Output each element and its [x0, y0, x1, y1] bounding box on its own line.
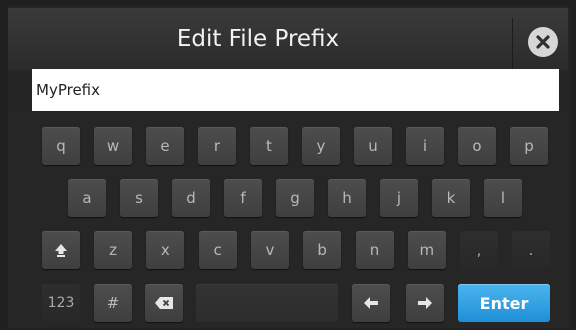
backspace-key[interactable] — [145, 284, 183, 322]
key-label: l — [500, 189, 506, 207]
key-label: v — [265, 241, 275, 259]
numbers-mode-label: 123 — [47, 295, 75, 311]
shift-key[interactable] — [42, 231, 80, 269]
enter-key-label: Enter — [479, 293, 529, 313]
key-label: j — [396, 189, 402, 207]
key-label: b — [317, 241, 327, 259]
key-label: a — [82, 189, 92, 207]
key-r[interactable]: r — [198, 127, 236, 165]
key-d[interactable]: d — [172, 179, 210, 217]
key-s[interactable]: s — [120, 179, 158, 217]
key-label: o — [472, 137, 482, 155]
numbers-mode-key[interactable]: 123 — [42, 284, 80, 322]
key-a[interactable]: a — [68, 179, 106, 217]
key-label: m — [419, 241, 435, 259]
title-bar: Edit File Prefix — [8, 8, 568, 70]
key-h[interactable]: h — [328, 179, 366, 217]
key-q[interactable]: q — [42, 127, 80, 165]
arrow-right-icon — [418, 297, 432, 309]
backspace-icon — [155, 297, 173, 309]
symbols-key[interactable]: # — [94, 284, 132, 322]
dialog-title: Edit File Prefix — [176, 26, 340, 52]
comma-key[interactable]: , — [460, 231, 498, 269]
key-v[interactable]: v — [250, 231, 289, 269]
key-label: u — [368, 137, 378, 155]
shift-icon — [55, 244, 67, 257]
key-label: e — [160, 137, 170, 155]
space-key[interactable] — [196, 284, 338, 322]
key-label: z — [109, 241, 117, 259]
symbols-key-label: # — [106, 294, 120, 312]
key-x[interactable]: x — [146, 231, 185, 269]
key-label: h — [342, 189, 352, 207]
key-label: n — [369, 241, 380, 259]
key-label: s — [135, 189, 143, 207]
key-label: t — [266, 137, 272, 155]
key-t[interactable]: t — [250, 127, 288, 165]
period-key[interactable]: . — [512, 231, 550, 269]
key-label: y — [316, 137, 326, 155]
key-b[interactable]: b — [303, 231, 342, 269]
key-label: c — [213, 241, 222, 259]
comma-key-label: , — [476, 241, 482, 259]
cursor-right-key[interactable] — [406, 284, 444, 322]
key-label: d — [186, 189, 196, 207]
key-m[interactable]: m — [407, 231, 446, 269]
close-circle-icon — [536, 35, 550, 49]
key-g[interactable]: g — [276, 179, 314, 217]
key-label: i — [422, 137, 428, 155]
key-label: p — [524, 137, 534, 155]
key-w[interactable]: w — [94, 127, 132, 165]
key-o[interactable]: o — [458, 127, 496, 165]
key-k[interactable]: k — [432, 179, 470, 217]
key-z[interactable]: z — [94, 231, 132, 269]
close-button[interactable] — [528, 27, 558, 57]
key-label: g — [290, 189, 300, 207]
enter-key[interactable]: Enter — [458, 284, 550, 322]
key-l[interactable]: l — [484, 179, 522, 217]
key-y[interactable]: y — [302, 127, 340, 165]
arrow-left-icon — [364, 297, 378, 309]
key-e[interactable]: e — [146, 127, 184, 165]
key-label: r — [213, 137, 221, 155]
file-prefix-input[interactable]: MyPrefix — [32, 69, 559, 111]
key-label: q — [56, 137, 66, 155]
key-f[interactable]: f — [224, 179, 262, 217]
key-i[interactable]: i — [406, 127, 444, 165]
key-p[interactable]: p — [510, 127, 548, 165]
key-label: f — [240, 189, 246, 207]
key-n[interactable]: n — [355, 231, 394, 269]
cursor-left-key[interactable] — [352, 284, 390, 322]
key-j[interactable]: j — [380, 179, 418, 217]
key-label: x — [160, 241, 170, 259]
key-label: w — [106, 137, 120, 155]
period-key-label: . — [528, 241, 534, 259]
key-u[interactable]: u — [354, 127, 392, 165]
key-label: k — [446, 189, 456, 207]
title-separator — [512, 18, 513, 70]
key-c[interactable]: c — [198, 231, 237, 269]
